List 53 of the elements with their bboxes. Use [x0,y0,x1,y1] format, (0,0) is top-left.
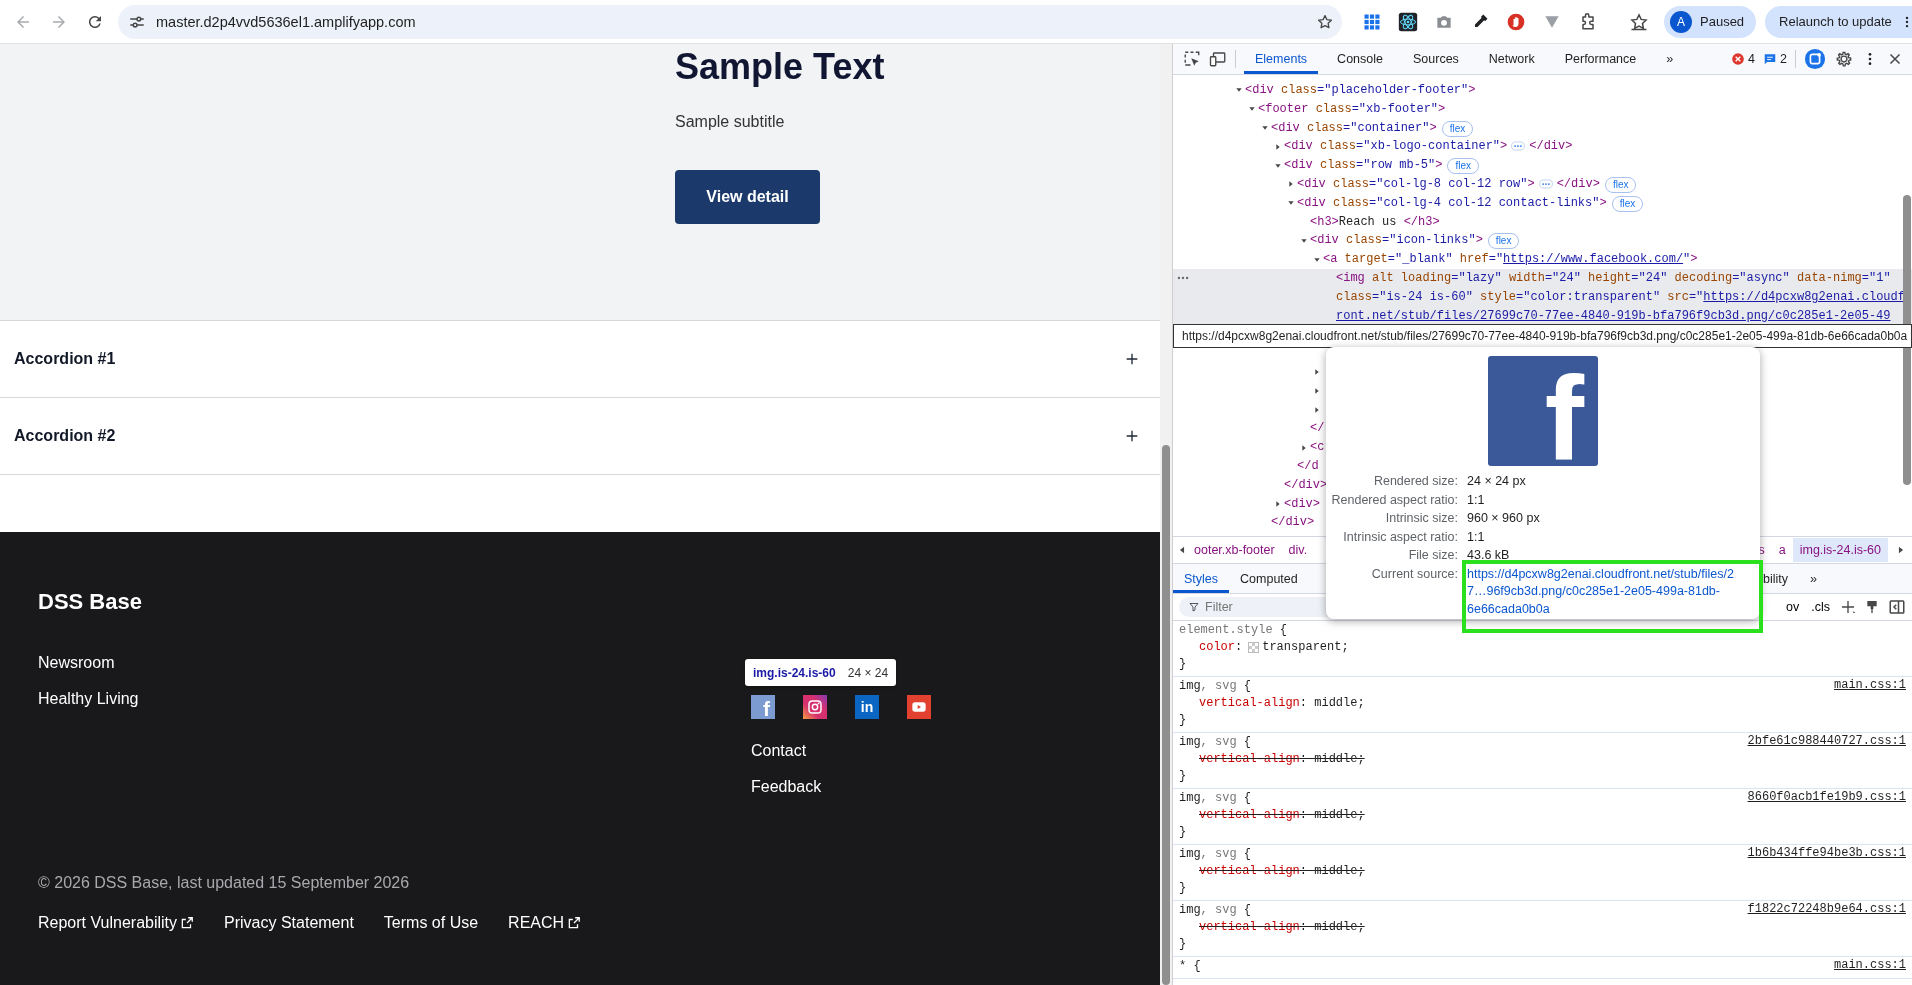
accordion-label: Accordion #1 [14,350,116,368]
info-label: Intrinsic size: [1384,510,1458,527]
dom-line: </d [1297,457,1319,475]
info-value: 1:1 [1467,491,1486,509]
dom-line: <div class="placeholder-footer"> [1245,82,1476,99]
css-closing-brace: } [1179,656,1188,673]
avatar: A [1670,10,1692,33]
info-value: 24 × 24 px [1467,473,1527,490]
info-label: Rendered aspect ratio: [1330,491,1458,509]
dom-line: <div class="xb-logo-container"> [1284,138,1508,156]
css-closing-brace: } [1179,712,1188,729]
info-label: Rendered size: [1372,473,1458,490]
info-label: Intrinsic aspect ratio: [1342,528,1458,546]
hero-title: Sample Text [675,47,885,87]
dom-line: <a target="_blank" href="https://www.facebook.com/"> [1323,251,1698,269]
logo-glyph: f [1544,370,1584,466]
css-selector: img, svg { [1179,902,1252,919]
url-tooltip: https://d4pcxw8g2enai.cloudfront.net/stub/files/27699c70-77ee-4840-919b-bfa796f9cb3d.png/c0c285e1-2e05-499a-81db-6e66cada0b0a [1173,324,1912,348]
dom-line: <div class="col-lg-4 col-12 contact-links"> [1297,194,1607,212]
dom-line: <footer class="xb-footer"> [1258,100,1446,118]
dom-line: </div> [1271,514,1315,532]
dom-line: <div> [1284,495,1320,513]
dom-line: <div class="col-lg-8 col-12 row"> [1297,176,1535,193]
dom-line: <c [1310,439,1325,457]
dom-line: <div class="icon-links"> [1310,232,1483,250]
info-value: 43.6 kB [1467,547,1511,564]
css-selector: img, svg { [1179,846,1252,863]
accordion-label: Accordion #2 [14,427,116,445]
css-closing-brace: } [1179,768,1188,785]
dom-line: <div class="row mb-5"> [1284,157,1443,175]
css-selector: img, svg { [1179,790,1252,807]
info-value: 1:1 [1467,528,1486,546]
dom-line: <img alt loading="lazy" width="24" height="24" decoding="async" data-nimg="1" class="is-24 is-60" style="color:transparent" src="https://d4pcxw8g2enai.cloudfront.net/stub/files/27699c70-77ee-4840-919b-bfa796f9cb3d.png/c0c285e1-2e05-49 [1336,269,1906,325]
css-selector: img, svg { [1179,678,1252,695]
dom-closing-tag: </div> [1556,175,1600,194]
css-closing-brace: } [1179,936,1188,953]
dom-closing-tag: </div> [1529,137,1573,157]
dom-line: </ [1310,420,1325,438]
info-label: Current source: [1370,565,1458,583]
tooltip-selector: img.is-24.is-60 [753,665,836,680]
footer-brand: DSS Base [38,589,143,615]
tooltip-size: 24 × 24 [847,665,889,680]
info-label: File size: [1407,547,1458,564]
hero-subtitle: Sample subtitle [675,112,785,132]
dom-line: <h3>Reach us </h3> [1310,213,1440,231]
css-selector: * { [1179,958,1201,975]
info-value: 960 × 960 px [1467,510,1541,527]
css-selector: element.style { [1179,622,1288,639]
css-selector: img, svg { [1179,734,1252,751]
copyright-text: © 2026 DSS Base, last updated 15 September 2026 [38,873,411,893]
css-closing-brace: } [1179,880,1188,897]
css-closing-brace: } [1179,824,1188,841]
dom-line: <div class="container"> [1271,119,1437,137]
